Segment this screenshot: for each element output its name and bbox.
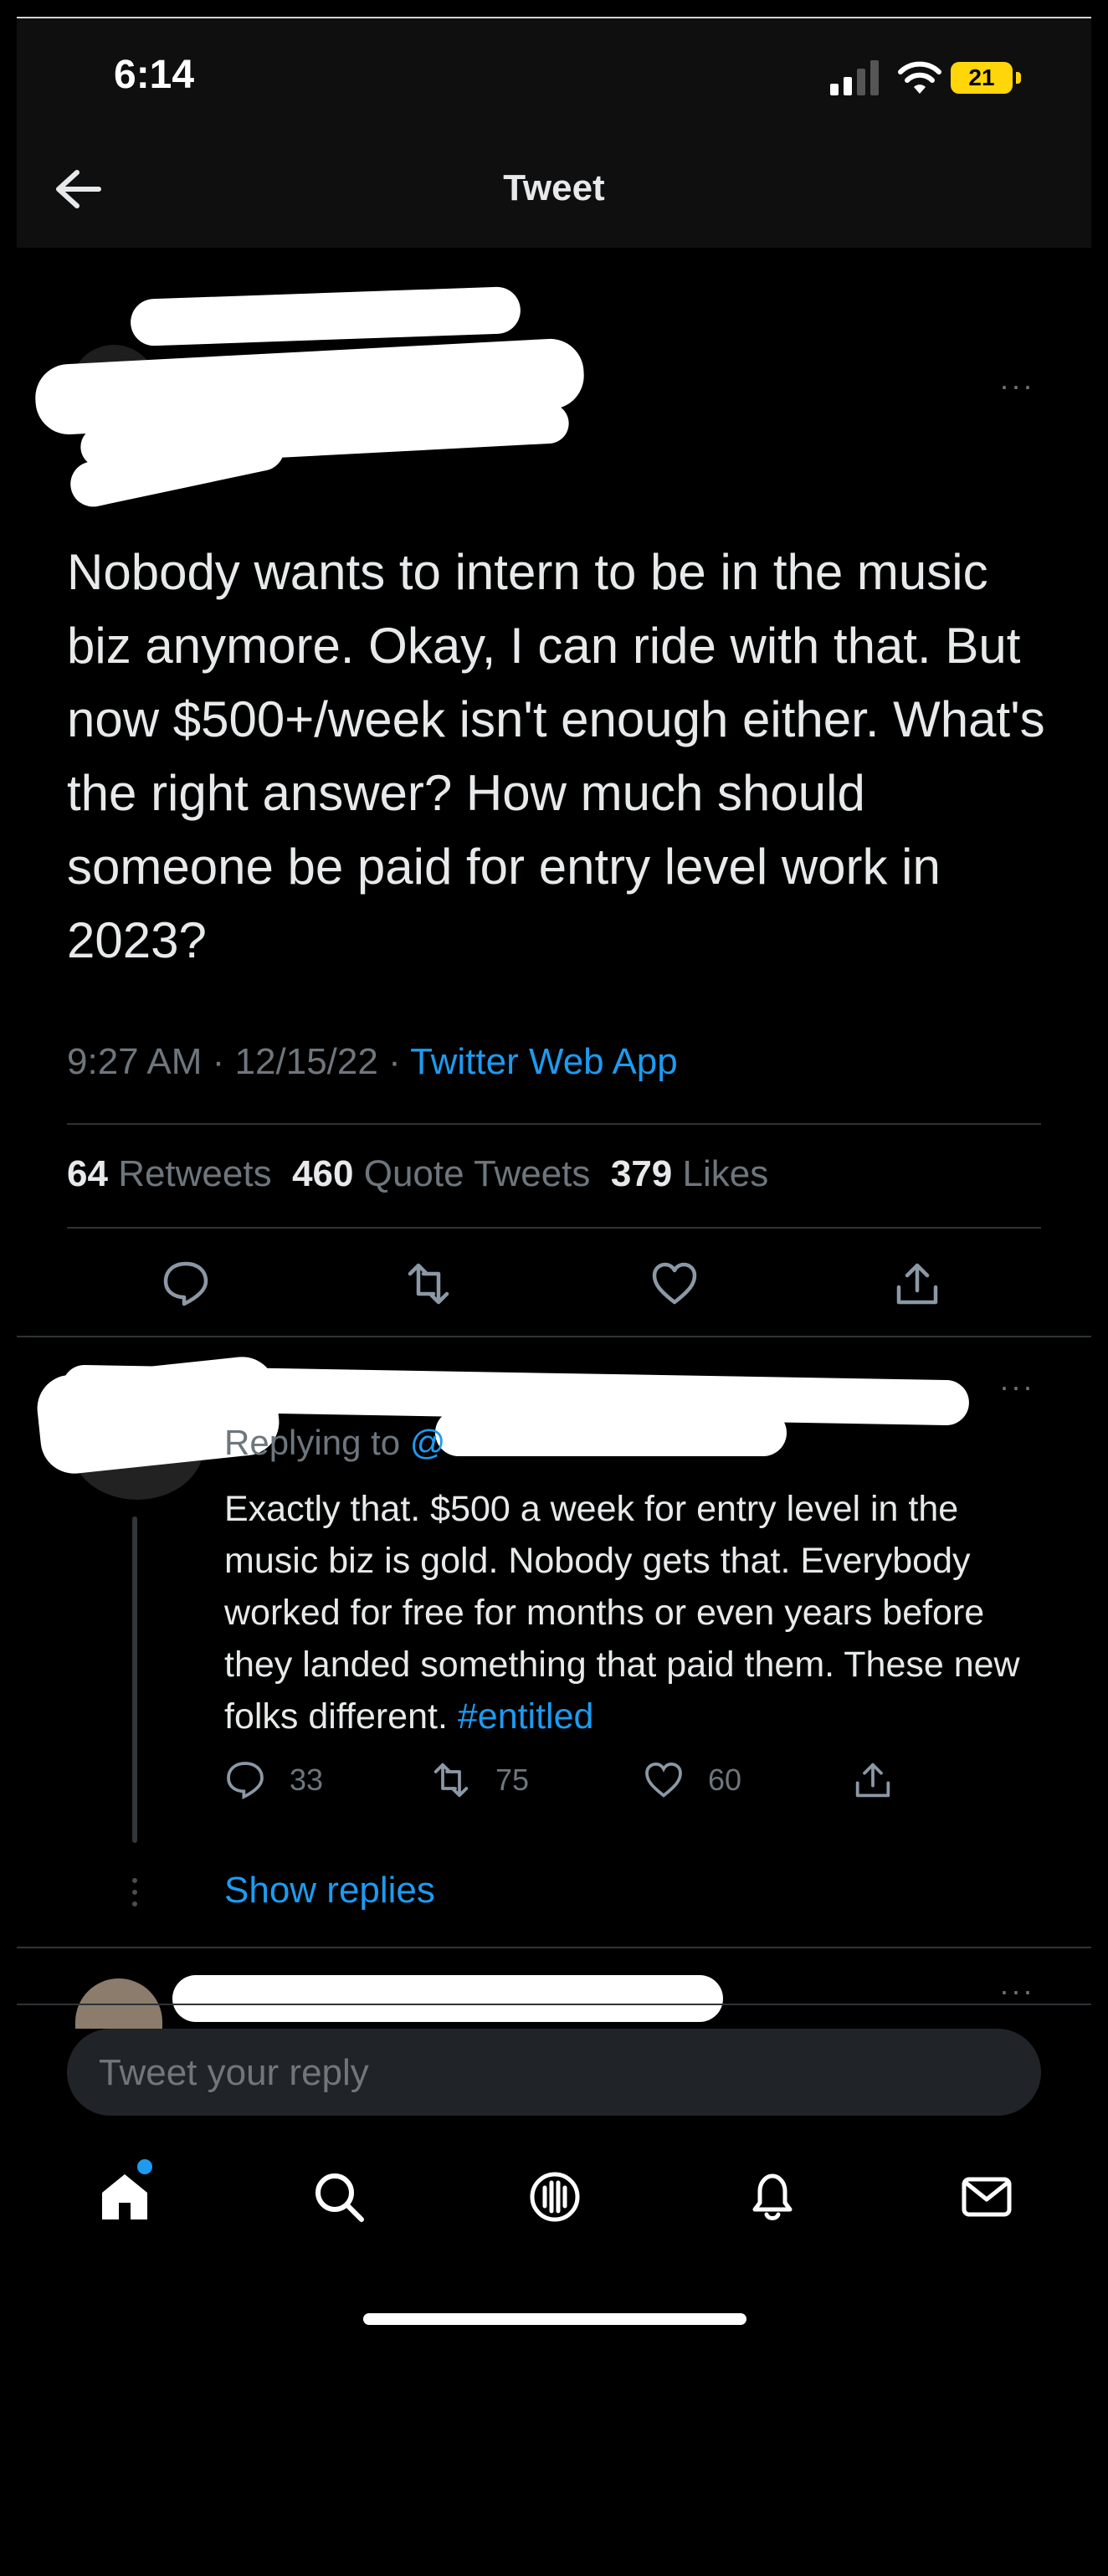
- replying-handle[interactable]: @: [410, 1423, 446, 1462]
- meta-separator: ·: [212, 1041, 225, 1082]
- thread-dot: [132, 1901, 137, 1906]
- like-count: 60: [708, 1763, 742, 1797]
- like-action[interactable]: 60: [643, 1759, 741, 1801]
- retweets-stat[interactable]: 64 Retweets: [67, 1153, 272, 1194]
- composer-divider: [17, 2004, 1091, 2005]
- divider: [67, 1123, 1041, 1125]
- heart-icon[interactable]: [649, 1259, 700, 1309]
- battery-level: 21: [951, 62, 1013, 94]
- speech-bubble-icon: [227, 1762, 264, 1800]
- reply-action[interactable]: 33: [224, 1759, 323, 1801]
- more-options-icon[interactable]: ···: [999, 368, 1034, 403]
- tweet-time: 9:27 AM: [67, 1041, 203, 1082]
- thread-dot: [132, 1890, 137, 1895]
- status-time: 6:14: [114, 53, 195, 97]
- replying-to: Replying to @: [224, 1423, 446, 1462]
- more-options-icon[interactable]: ···: [999, 1369, 1034, 1404]
- tweet-text: Nobody wants to intern to be in the musi…: [67, 544, 1045, 968]
- divider: [17, 1336, 1091, 1337]
- redaction-scribble: [172, 1975, 723, 2022]
- reply-text: Exactly that. $500 a week for entry leve…: [224, 1483, 1061, 1742]
- speech-bubble-icon[interactable]: [161, 1259, 211, 1309]
- envelope-icon[interactable]: [957, 2168, 1016, 2226]
- retweet-icon: [433, 1763, 469, 1798]
- divider: [67, 1227, 1041, 1229]
- redaction-scribble: [435, 1409, 787, 1456]
- reply-input[interactable]: [97, 2029, 1004, 2117]
- quote-tweets-stat[interactable]: 460 Quote Tweets: [292, 1153, 590, 1194]
- cellular-signal-icon: [830, 60, 879, 95]
- divider: [17, 1947, 1091, 1948]
- likes-stat[interactable]: 379 Likes: [611, 1153, 768, 1194]
- notification-dot: [137, 2159, 152, 2174]
- meta-separator: ·: [388, 1041, 401, 1082]
- hashtag-link[interactable]: #entitled: [458, 1696, 594, 1737]
- reply-count: 33: [290, 1763, 324, 1797]
- retweet-count: 75: [495, 1763, 530, 1797]
- tweet-meta: 9:27 AM · 12/15/22 · Twitter Web App: [67, 1041, 678, 1083]
- reply-body: Exactly that. $500 a week for entry leve…: [224, 1489, 1020, 1737]
- battery-indicator: 21: [951, 62, 1023, 94]
- wifi-icon: [898, 61, 941, 94]
- thread-line: [132, 1516, 137, 1843]
- retweet-icon[interactable]: [403, 1259, 454, 1309]
- search-icon[interactable]: [310, 2168, 368, 2226]
- retweet-action[interactable]: 75: [430, 1759, 529, 1801]
- battery-tip: [1016, 72, 1021, 84]
- thread-dot: [132, 1878, 137, 1883]
- heart-icon: [645, 1762, 682, 1798]
- bell-icon[interactable]: [743, 2168, 802, 2226]
- tweet-date: 12/15/22: [234, 1041, 378, 1082]
- share-icon[interactable]: [892, 1259, 942, 1309]
- share-icon: [855, 1763, 890, 1798]
- reply-composer: [67, 2029, 1041, 2117]
- home-icon[interactable]: [95, 2168, 154, 2226]
- microphone-icon[interactable]: [526, 2168, 584, 2226]
- page-title: Tweet: [503, 167, 605, 208]
- home-indicator[interactable]: [363, 2313, 746, 2325]
- tweet-source-link[interactable]: Twitter Web App: [410, 1041, 678, 1082]
- tweet-stats: 64 Retweets 460 Quote Tweets 379 Likes: [67, 1153, 768, 1195]
- share-action[interactable]: [852, 1759, 894, 1801]
- show-replies-link[interactable]: Show replies: [224, 1870, 435, 1911]
